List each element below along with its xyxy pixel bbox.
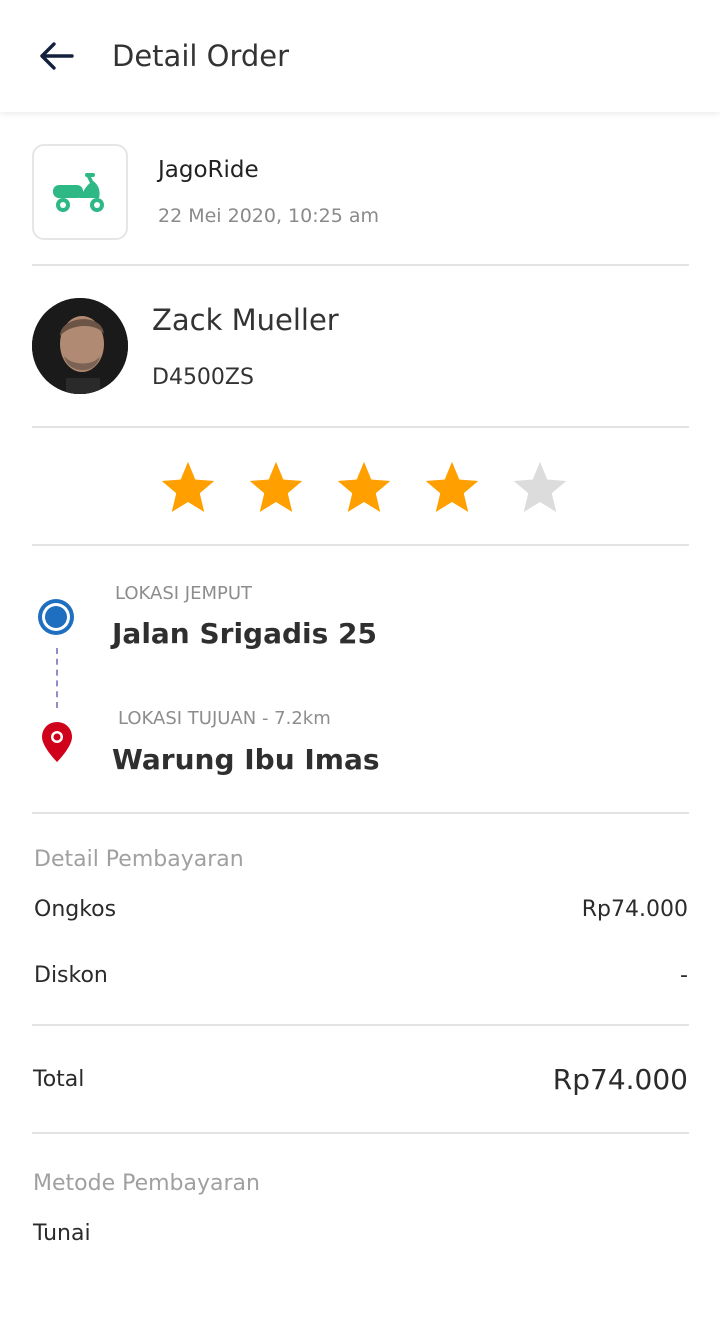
- divider: [32, 264, 689, 266]
- fare-label: Ongkos: [34, 897, 117, 922]
- divider: [32, 1024, 689, 1026]
- pickup-address: Jalan Srigadis 25: [112, 617, 378, 650]
- star-filled-icon[interactable]: [422, 458, 482, 518]
- service-name: JagoRide: [158, 157, 259, 183]
- star-filled-icon[interactable]: [158, 458, 218, 518]
- page-title: Detail Order: [112, 39, 290, 73]
- payment-method-value: Tunai: [33, 1221, 91, 1246]
- pickup-location-icon: [38, 599, 74, 635]
- star-empty-icon[interactable]: [510, 458, 570, 518]
- total-value: Rp74.000: [552, 1063, 688, 1096]
- discount-label: Diskon: [34, 963, 108, 988]
- driver-name: Zack Mueller: [152, 303, 339, 337]
- payment-method-title: Metode Pembayaran: [33, 1171, 260, 1196]
- divider: [32, 812, 689, 814]
- route-connector: [56, 648, 58, 708]
- star-filled-icon[interactable]: [246, 458, 306, 518]
- divider: [32, 426, 689, 428]
- destination-pin-icon: [42, 722, 72, 762]
- rating-stars: [158, 458, 570, 518]
- order-datetime: 22 Mei 2020, 10:25 am: [158, 205, 379, 227]
- service-icon-box: [32, 144, 128, 240]
- destination-address: Warung Ibu Imas: [112, 743, 380, 776]
- arrow-left-icon: [40, 42, 74, 70]
- app-bar: Detail Order: [0, 0, 720, 112]
- back-button[interactable]: [30, 36, 82, 76]
- total-label: Total: [33, 1067, 85, 1092]
- destination-label: LOKASI TUJUAN - 7.2km: [118, 708, 331, 729]
- divider: [32, 1132, 689, 1134]
- scooter-icon: [53, 173, 104, 212]
- divider: [32, 544, 689, 546]
- discount-value: -: [680, 963, 688, 988]
- driver-plate: D4500ZS: [152, 365, 254, 390]
- payment-section-title: Detail Pembayaran: [34, 847, 244, 872]
- avatar: [32, 298, 128, 394]
- pickup-label: LOKASI JEMPUT: [115, 583, 253, 604]
- fare-value: Rp74.000: [581, 897, 688, 922]
- star-filled-icon[interactable]: [334, 458, 394, 518]
